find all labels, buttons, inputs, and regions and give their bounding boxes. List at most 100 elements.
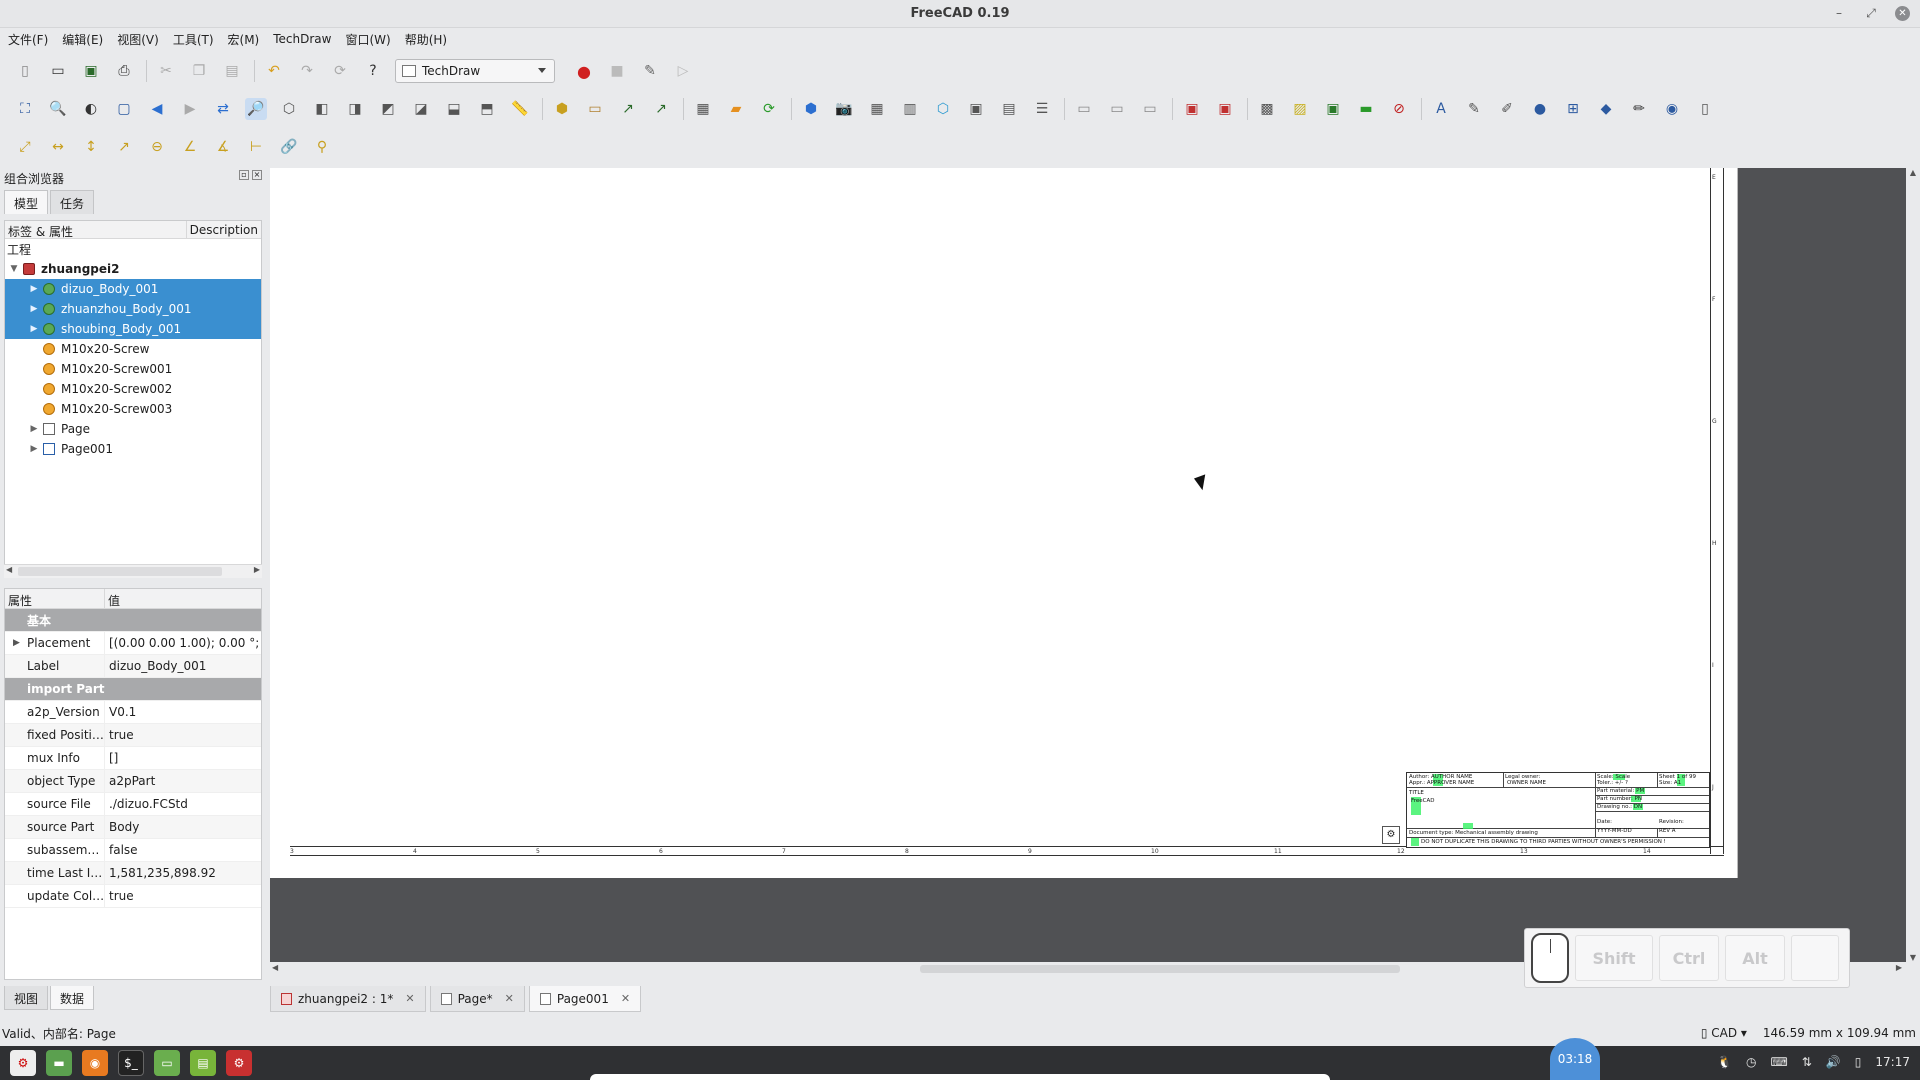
float-panel-icon[interactable]: ▫ (239, 170, 249, 180)
expand-icon[interactable]: ▼ (9, 264, 19, 274)
vertical-dimension-icon[interactable]: ↕ (80, 136, 102, 158)
sync-view-icon[interactable]: ⇄ (212, 98, 234, 120)
redo-icon[interactable]: ↷ (296, 60, 318, 82)
expand-icon[interactable]: ▶ (29, 444, 39, 454)
close-icon[interactable]: ✕ (1895, 5, 1910, 21)
link-icon[interactable]: ↗ (617, 98, 639, 120)
tree-project-row[interactable]: ▼ zhuangpei2 (5, 259, 261, 279)
menu-techdraw[interactable]: TechDraw (273, 32, 331, 46)
start-menu-icon[interactable]: ⚙ (10, 1050, 36, 1076)
clipboard-icon[interactable]: ▯ (1855, 1055, 1862, 1069)
property-header-value[interactable]: 值 (105, 589, 123, 608)
clip-group-icon[interactable]: ▭ (1073, 98, 1095, 120)
refresh-icon[interactable]: ⟳ (329, 60, 351, 82)
scrollbar-thumb[interactable] (18, 567, 222, 576)
tree-item[interactable]: M10x20-Screw002 (5, 379, 261, 399)
annotation-icon[interactable]: A (1430, 98, 1452, 120)
whats-this-icon[interactable]: ? (362, 60, 384, 82)
clock-icon[interactable]: ◷ (1746, 1055, 1756, 1069)
scroll-left-icon[interactable]: ◀ (272, 963, 278, 972)
scrollbar-thumb[interactable] (920, 965, 1400, 973)
volume-icon[interactable]: 🔊 (1826, 1055, 1841, 1069)
measure-icon[interactable]: 📏 (509, 98, 531, 120)
left-view-icon[interactable]: ⬒ (476, 98, 498, 120)
extent-dimension-icon[interactable]: ⊢ (245, 136, 267, 158)
drawing-view[interactable]: 3 4 5 6 7 8 9 10 11 12 13 14 E F G H I J (270, 168, 1920, 988)
right-view-icon[interactable]: ◩ (377, 98, 399, 120)
expand-icon[interactable]: ▶ (29, 324, 39, 334)
paste-icon[interactable]: ▤ (221, 60, 243, 82)
geom-hatch-icon[interactable]: ▨ (1289, 98, 1311, 120)
new-page-icon[interactable]: ▦ (692, 98, 714, 120)
scroll-left-icon[interactable]: ◀ (6, 565, 12, 574)
record-macro-icon[interactable]: ● (573, 60, 595, 82)
landmark-dimension-icon[interactable]: ⚲ (311, 136, 333, 158)
expand-icon[interactable]: ▶ (29, 304, 39, 314)
draw-style-icon[interactable]: ◐ (80, 98, 102, 120)
edit-macro-icon[interactable]: ✎ (639, 60, 661, 82)
tree-item[interactable]: ▶ Page001 (5, 439, 261, 459)
new-file-icon[interactable]: ▯ (14, 60, 36, 82)
std-zoom-icon[interactable]: 🔎 (245, 98, 267, 120)
expand-icon[interactable]: ▶ (29, 284, 39, 294)
scroll-down-icon[interactable]: ▼ (1906, 953, 1920, 962)
scroll-up-icon[interactable]: ▲ (1906, 168, 1920, 177)
folder-icon[interactable]: ▭ (154, 1050, 180, 1076)
scroll-right-icon[interactable]: ▶ (254, 565, 260, 574)
export-dxf-icon[interactable]: ▣ (1214, 98, 1236, 120)
property-row[interactable]: subassem… false (5, 839, 261, 862)
doc-tab-page001[interactable]: Page001 ✕ (528, 986, 642, 1012)
tab-tasks[interactable]: 任务 (50, 190, 95, 214)
close-panel-icon[interactable]: × (252, 170, 262, 180)
scroll-right-icon[interactable]: ▶ (1896, 963, 1902, 972)
horizontal-dimension-icon[interactable]: ↔ (47, 136, 69, 158)
group-icon[interactable]: ▭ (584, 98, 606, 120)
balloon-icon[interactable]: ✎ (1463, 98, 1485, 120)
workbench-selector[interactable]: TechDraw (395, 59, 555, 83)
navigation-style[interactable]: ▯ CAD ▾ (1701, 1026, 1747, 1040)
recording-timer[interactable]: 03:18 (1550, 1038, 1600, 1080)
clock[interactable]: 17:17 (1875, 1055, 1910, 1069)
tree-item[interactable]: M10x20-Screw001 (5, 359, 261, 379)
detail-view-icon[interactable]: ⬡ (932, 98, 954, 120)
clip-remove-icon[interactable]: ▭ (1139, 98, 1161, 120)
tree-item[interactable]: ▶ Page (5, 419, 261, 439)
property-row[interactable]: ▶Placement [(0.00 0.00 1.00); 0.00 °; (… (5, 632, 261, 655)
property-group[interactable]: import Part (5, 678, 261, 701)
firefox-icon[interactable]: ◉ (82, 1050, 108, 1076)
part-icon[interactable]: ⬢ (551, 98, 573, 120)
tree-header-description[interactable]: Description (187, 221, 261, 238)
property-row[interactable]: a2p_Version V0.1 (5, 701, 261, 724)
leader-icon[interactable]: ✐ (1496, 98, 1518, 120)
bounding-box-icon[interactable]: ▢ (113, 98, 135, 120)
tab-model[interactable]: 模型 (4, 190, 49, 214)
spreadsheet-view-icon[interactable]: ☰ (1031, 98, 1053, 120)
3pt-angle-dimension-icon[interactable]: ∡ (212, 136, 234, 158)
open-folder-icon[interactable]: ▭ (47, 60, 69, 82)
property-row[interactable]: fixed Positi… true (5, 724, 261, 747)
isometric-icon[interactable]: ⬡ (278, 98, 300, 120)
property-row[interactable]: mux Info [] (5, 747, 261, 770)
weld-symbol-icon[interactable]: ▯ (1694, 98, 1716, 120)
cosmetic-eraser-icon[interactable]: ◆ (1595, 98, 1617, 120)
top-view-icon[interactable]: ◨ (344, 98, 366, 120)
tree-horizontal-scrollbar[interactable]: ◀ ▶ (4, 564, 262, 578)
menu-view[interactable]: 视图(V) (117, 31, 159, 48)
menu-file[interactable]: 文件(F) (8, 31, 48, 48)
run-macro-icon[interactable]: ▷ (672, 60, 694, 82)
close-tab-icon[interactable]: ✕ (621, 992, 630, 1005)
menu-tools[interactable]: 工具(T) (173, 31, 214, 48)
page-settings-icon[interactable]: ⚙ (1382, 826, 1400, 844)
active-view-icon[interactable]: 📷 (833, 98, 855, 120)
template-folder-icon[interactable]: ▰ (725, 98, 747, 120)
arch-view-icon[interactable]: ▤ (998, 98, 1020, 120)
drawing-sheet[interactable]: 3 4 5 6 7 8 9 10 11 12 13 14 E F G H I J (270, 168, 1738, 878)
hatch-icon[interactable]: ▩ (1256, 98, 1278, 120)
tree-item[interactable]: ▶ dizuo_Body_001 (5, 279, 261, 299)
center-mark-icon[interactable]: ● (1529, 98, 1551, 120)
property-row[interactable]: time Last I… 1,581,235,898.92 (5, 862, 261, 885)
tab-view[interactable]: 视图 (4, 986, 49, 1010)
property-row[interactable]: source File ./dizuo.FCStd (5, 793, 261, 816)
menu-macro[interactable]: 宏(M) (228, 31, 260, 48)
expand-icon[interactable]: ▶ (13, 638, 20, 648)
